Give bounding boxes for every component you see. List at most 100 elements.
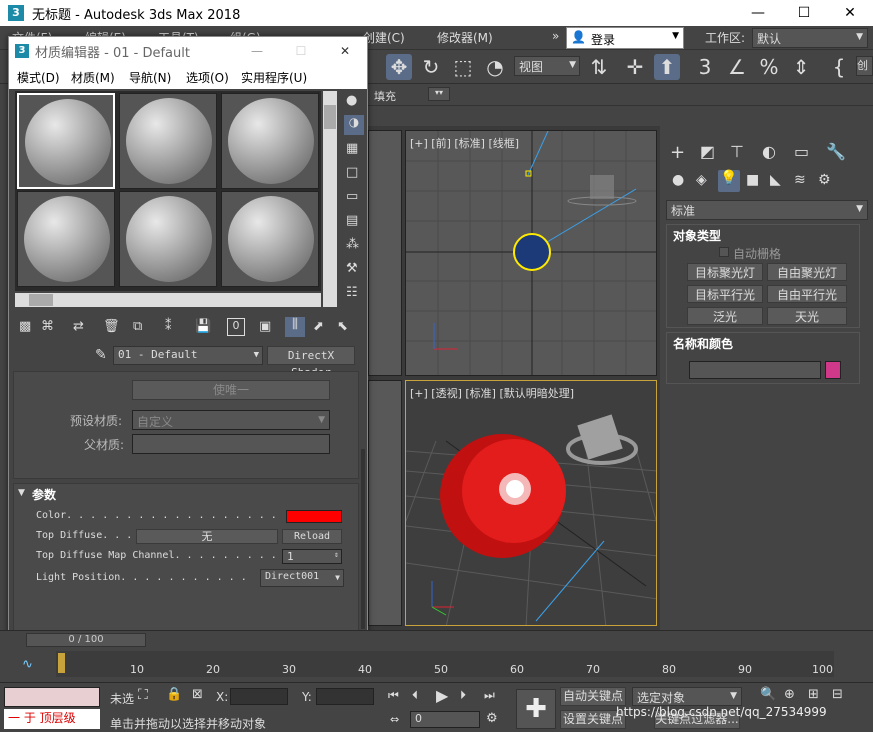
object-color-swatch[interactable] [825, 361, 841, 379]
slots-hscrollbar[interactable] [15, 293, 321, 307]
motion-tab-icon[interactable]: ◐ [762, 142, 776, 161]
category-dropdown[interactable]: 标准 ▼ [666, 200, 868, 220]
time-slider[interactable]: 0 / 100 [26, 633, 146, 647]
get-material-icon[interactable]: ▩ [19, 319, 31, 334]
named-selection-icon[interactable]: { [826, 54, 852, 80]
params-title[interactable]: 参数 [32, 486, 56, 503]
percent-snap-icon[interactable]: % [756, 54, 782, 80]
eyedropper-icon[interactable]: ✎ [95, 347, 107, 363]
delete-icon[interactable]: 🗑 [103, 319, 120, 334]
scale-icon[interactable]: ⬚ [450, 54, 476, 80]
object-name-field[interactable] [689, 361, 821, 379]
target-spot-button[interactable]: 目标聚光灯 [687, 263, 763, 281]
omni-button[interactable]: 泛光 [687, 307, 763, 325]
put-to-scene-icon[interactable]: ⌘ [41, 319, 54, 334]
viewport-perspective-label[interactable]: [+] [透视] [标准] [默认明暗处理] [410, 385, 574, 401]
auto-key-button[interactable]: 自动关键点 [560, 687, 626, 706]
create-tab-icon[interactable]: + [670, 142, 685, 163]
current-frame-spinner[interactable]: 0 [410, 711, 480, 728]
close-icon[interactable]: ✕ [323, 44, 367, 58]
ribbon-dropdown[interactable]: ▾▾ [428, 87, 450, 101]
scrollbar-thumb[interactable] [324, 105, 336, 129]
target-direct-button[interactable]: 目标平行光 [687, 285, 763, 303]
menu-modes[interactable]: 模式(D) [17, 69, 60, 86]
material-name-dropdown[interactable]: 01 - Default ▼ [113, 346, 263, 365]
viewport-perspective[interactable]: [+] [透视] [标准] [默认明暗处理] [405, 380, 657, 626]
skylight-button[interactable]: 天光 [767, 307, 847, 325]
menu-navigation[interactable]: 导航(N) [129, 69, 171, 86]
menu-material[interactable]: 材质(M) [71, 69, 115, 86]
maxscript-listener[interactable] [4, 687, 100, 707]
prev-frame-icon[interactable]: ⏴ [412, 688, 418, 703]
sample-type-icon[interactable]: ● [346, 93, 357, 108]
options-icon[interactable]: ▤ [346, 213, 358, 228]
hierarchy-tab-icon[interactable]: ⊤ [730, 142, 744, 161]
geometry-icon[interactable]: ● [672, 172, 684, 188]
menu-options[interactable]: 选项(O) [186, 69, 229, 86]
preset-dropdown[interactable]: 自定义 ▼ [132, 410, 330, 430]
shader-type-button[interactable]: DirectX Shader [267, 346, 355, 379]
manipulate-icon[interactable]: ⬆ [654, 54, 680, 80]
slots-vscrollbar[interactable] [323, 91, 337, 307]
map-navigator-icon[interactable]: ☷ [346, 285, 358, 300]
menu-more[interactable]: » [552, 29, 559, 43]
systems-icon[interactable]: ⚙ [818, 172, 831, 188]
assign-material-icon[interactable]: ⇄ [73, 319, 84, 334]
sample-slot-5[interactable] [119, 191, 217, 287]
utilities-tab-icon[interactable]: 🔧 [826, 142, 846, 161]
workspace-dropdown[interactable]: 默认 ▼ [752, 28, 868, 48]
pivot-icon[interactable]: ⇅ [586, 54, 612, 80]
menu-utilities[interactable]: 实用程序(U) [241, 69, 307, 86]
set-key-icon[interactable]: ✚ [516, 689, 556, 729]
go-to-parent-icon[interactable]: ⬈ [313, 319, 324, 334]
light-position-dropdown[interactable]: Direct001 ▼ [260, 569, 344, 587]
shapes-icon[interactable]: ◈ [696, 172, 707, 188]
isolate-icon[interactable]: ⛶ [138, 687, 148, 703]
sample-slot-2[interactable] [119, 93, 217, 189]
backlight-icon[interactable]: ◑ [344, 115, 364, 135]
free-direct-button[interactable]: 自由平行光 [767, 285, 847, 303]
rotate-icon[interactable]: ↻ [418, 54, 444, 80]
scrollbar-thumb[interactable] [29, 294, 53, 306]
sample-slot-3[interactable] [221, 93, 319, 189]
zoom-icon[interactable]: 🔍 [760, 687, 776, 702]
curve-editor-icon[interactable]: ∿ [22, 657, 33, 672]
selection-level[interactable]: 一 于 顶层级 [4, 709, 100, 729]
sample-slot-1[interactable] [17, 93, 115, 189]
viewport-top[interactable] [368, 130, 402, 376]
go-to-end-icon[interactable]: ⏭ [484, 688, 495, 703]
placement-icon[interactable]: ◔ [482, 54, 508, 80]
menu-create[interactable]: 创建(C) [363, 29, 405, 46]
make-copy-icon[interactable]: ⧉ [133, 319, 142, 334]
free-spot-button[interactable]: 自由聚光灯 [767, 263, 847, 281]
create-selection-field[interactable]: 创 [856, 56, 873, 76]
sample-slot-6[interactable] [221, 191, 319, 287]
zoom-extents-icon[interactable]: ⊞ [808, 687, 819, 702]
key-mode-icon[interactable]: ⇔ [390, 713, 399, 726]
parent-field[interactable] [132, 434, 330, 454]
reference-coord-dropdown[interactable]: 视图 ▼ [514, 56, 580, 76]
top-diffuse-map-button[interactable]: 无 [136, 529, 278, 544]
x-coordinate-field[interactable] [230, 688, 288, 705]
sample-slot-4[interactable] [17, 191, 115, 287]
rollout-scrollbar[interactable] [361, 449, 365, 629]
go-forward-icon[interactable]: ⬉ [337, 319, 348, 334]
spinner-arrows-icon[interactable]: ⇕ [334, 550, 339, 559]
material-navigator-icon[interactable]: ⚒ [346, 261, 358, 276]
reload-button[interactable]: Reload [282, 529, 342, 544]
key-selection-dropdown[interactable]: 选定对象 ▼ [632, 687, 742, 706]
close-button[interactable]: ✕ [827, 0, 873, 26]
time-config-icon[interactable]: ⚙ [486, 711, 498, 726]
axis-icon[interactable]: ✛ [622, 54, 648, 80]
background-icon[interactable]: ▦ [346, 141, 358, 156]
zoom-all-icon[interactable]: ⊕ [784, 687, 795, 702]
cameras-icon[interactable]: ■ [746, 172, 759, 188]
object-type-title[interactable]: 对象类型 [673, 227, 721, 244]
material-editor-titlebar[interactable]: 3 材质编辑器 - 01 - Default — ☐ ✕ [9, 37, 367, 65]
go-to-start-icon[interactable]: ⏮ [388, 688, 399, 703]
spacewarps-icon[interactable]: ≋ [794, 172, 806, 188]
login-dropdown[interactable]: 👤 登录 ▼ [566, 27, 684, 49]
auto-grid-checkbox[interactable] [719, 247, 729, 257]
move-icon[interactable]: ✥ [386, 54, 412, 80]
video-check-icon[interactable]: ▭ [346, 189, 358, 204]
